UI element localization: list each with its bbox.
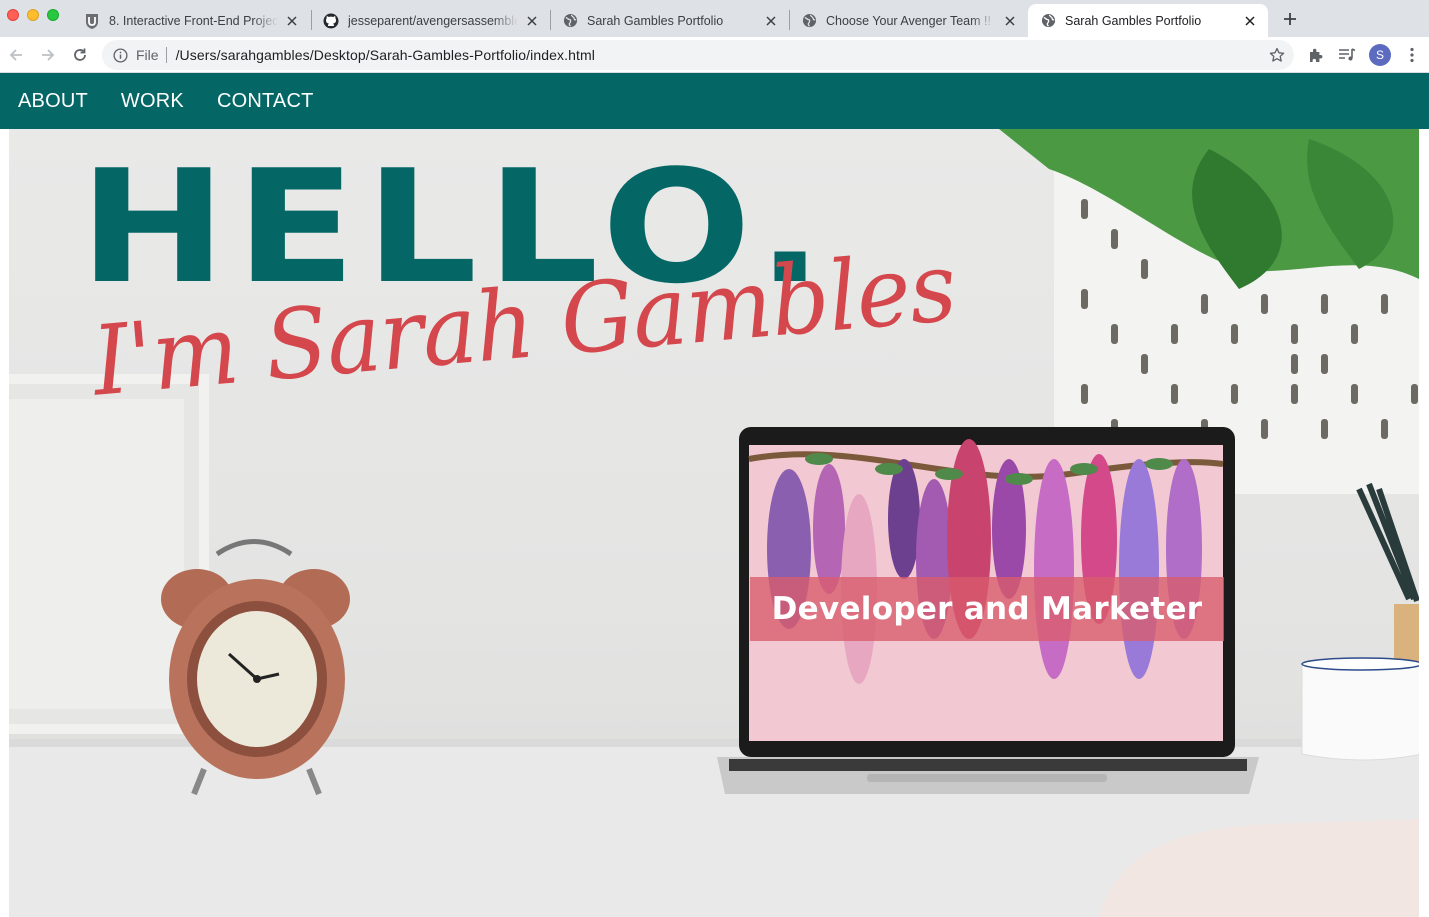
close-tab-icon[interactable] bbox=[524, 13, 540, 29]
new-tab-button[interactable] bbox=[1280, 9, 1300, 29]
tab-title: Sarah Gambles Portfolio bbox=[1065, 13, 1202, 28]
media-queue-icon[interactable] bbox=[1337, 45, 1357, 65]
globe-icon bbox=[562, 13, 578, 29]
omnibox-divider bbox=[165, 47, 167, 63]
arrow-right-icon bbox=[42, 49, 55, 61]
site-navbar: ABOUT WORK CONTACT bbox=[0, 73, 1429, 129]
tab-title: jesseparent/avengersassemble bbox=[348, 13, 518, 28]
browser-tab[interactable]: 8. Interactive Front-End Projec bbox=[72, 4, 310, 37]
close-tab-icon[interactable] bbox=[763, 13, 779, 29]
github-icon bbox=[323, 13, 339, 29]
close-window-button[interactable] bbox=[7, 9, 19, 21]
profile-avatar[interactable]: S bbox=[1369, 44, 1391, 66]
reload-button[interactable] bbox=[68, 43, 92, 67]
tab-title: 8. Interactive Front-End Projec bbox=[109, 13, 278, 28]
url-scheme-label: File bbox=[136, 47, 159, 63]
tab-title: Sarah Gambles Portfolio bbox=[587, 13, 724, 28]
forward-button[interactable] bbox=[36, 43, 60, 67]
arrow-left-icon bbox=[9, 49, 22, 61]
reload-icon bbox=[74, 48, 86, 61]
pencil-cup bbox=[1356, 482, 1419, 664]
globe-icon bbox=[801, 13, 817, 29]
browser-tab-strip: 8. Interactive Front-End Projec jessepar… bbox=[0, 0, 1429, 37]
nav-link-about[interactable]: ABOUT bbox=[18, 90, 88, 113]
url-text[interactable]: /Users/sarahgambles/Desktop/Sarah-Gamble… bbox=[176, 47, 595, 63]
zoom-window-button[interactable] bbox=[47, 9, 59, 21]
hero-tagline: Developer and Marketer bbox=[750, 577, 1224, 641]
extensions-puzzle-icon[interactable] bbox=[1306, 45, 1326, 65]
bookmark-star-icon[interactable] bbox=[1268, 46, 1286, 64]
nav-link-work[interactable]: WORK bbox=[121, 90, 184, 113]
close-tab-icon[interactable] bbox=[1242, 13, 1258, 29]
tab-title: Choose Your Avenger Team !! bbox=[826, 13, 991, 28]
close-tab-icon[interactable] bbox=[284, 13, 300, 29]
minimize-window-button[interactable] bbox=[27, 9, 39, 21]
white-mug bbox=[1301, 657, 1419, 761]
browser-tab-active[interactable]: Sarah Gambles Portfolio bbox=[1028, 4, 1268, 37]
u-shield-icon bbox=[84, 13, 100, 29]
kebab-menu-icon[interactable] bbox=[1402, 45, 1422, 65]
info-icon[interactable] bbox=[112, 47, 128, 63]
address-bar[interactable]: File /Users/sarahgambles/Desktop/Sarah-G… bbox=[102, 40, 1294, 70]
browser-tab[interactable]: Sarah Gambles Portfolio bbox=[550, 4, 789, 37]
back-button[interactable] bbox=[4, 43, 28, 67]
browser-tab[interactable]: Choose Your Avenger Team !! bbox=[789, 4, 1028, 37]
globe-icon bbox=[1040, 13, 1056, 29]
browser-toolbar: File /Users/sarahgambles/Desktop/Sarah-G… bbox=[0, 37, 1429, 73]
browser-tab[interactable]: jesseparent/avengersassemble bbox=[311, 4, 550, 37]
close-tab-icon[interactable] bbox=[1002, 13, 1018, 29]
nav-link-contact[interactable]: CONTACT bbox=[217, 90, 314, 113]
hero-banner: HELLO. I'm Sarah Gambles Developer and M… bbox=[9, 129, 1419, 917]
